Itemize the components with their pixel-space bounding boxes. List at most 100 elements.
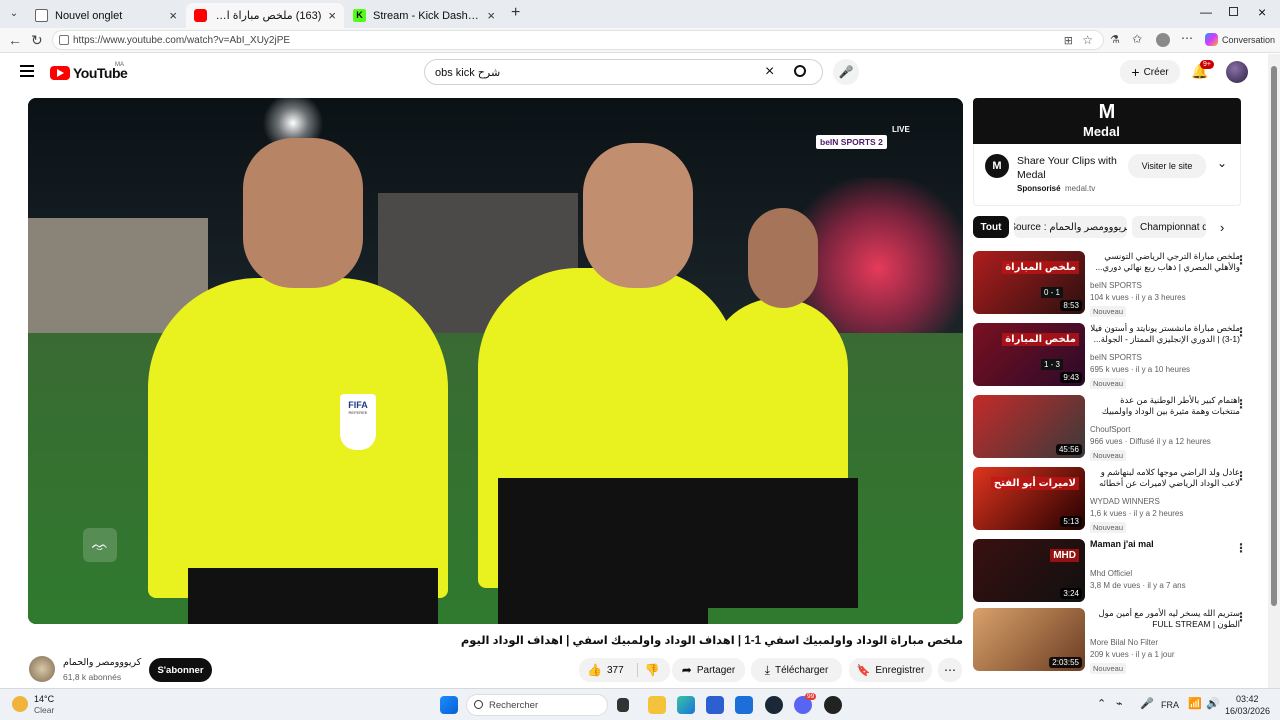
clear-search-icon[interactable]: ×	[765, 63, 774, 81]
channel-avatar[interactable]	[29, 656, 55, 682]
back-icon[interactable]: ←	[8, 32, 22, 48]
profile-icon[interactable]	[1156, 33, 1170, 47]
store-icon[interactable]	[706, 696, 724, 714]
video-thumbnail[interactable]: 2:03:55	[973, 608, 1085, 671]
tab-title: Stream - Kick Dashboard	[373, 9, 480, 22]
recommendation-card[interactable]: ملخص المباراة 1 - 3 9:43 ملخص مباراة مانشست…	[973, 323, 1263, 389]
like-icon[interactable]: 👍	[587, 663, 602, 677]
clock-time[interactable]: 03:42	[1236, 694, 1259, 704]
close-tab-icon[interactable]: ×	[328, 8, 336, 23]
dislike-icon[interactable]: 👎	[645, 663, 660, 677]
maximize-icon[interactable]	[1229, 7, 1238, 16]
more-options-icon[interactable]: ⋮	[1235, 541, 1247, 555]
extensions-icon[interactable]: ⚗	[1110, 33, 1120, 46]
conversation-label[interactable]: Conversation	[1222, 35, 1275, 45]
close-tab-icon[interactable]: ×	[487, 8, 495, 23]
channel-name[interactable]: beIN SPORTS	[1090, 281, 1142, 290]
video-thumbnail[interactable]: MHD 3:24	[973, 539, 1085, 602]
recommendation-card[interactable]: ملخص المباراة 0 - 1 8:53 ملخص مباراة الترجي…	[973, 251, 1263, 317]
outlook-icon[interactable]	[735, 696, 753, 714]
more-options-icon[interactable]: ⋮	[1235, 325, 1247, 339]
chevron-down-icon[interactable]: ⌄	[1217, 156, 1227, 170]
search-input[interactable]: obs kick شرح	[435, 66, 500, 79]
channel-name[interactable]: Mhd Officiel	[1090, 569, 1132, 578]
url-field[interactable]: https://www.youtube.com/watch?v=AbI_XUy2…	[52, 30, 1104, 50]
new-tab-button[interactable]: +	[511, 4, 520, 22]
favorite-star-icon[interactable]: ☆	[1082, 33, 1093, 47]
channel-name[interactable]: beIN SPORTS	[1090, 353, 1142, 362]
copilot-icon[interactable]	[1205, 33, 1218, 46]
video-thumbnail[interactable]: ملخص المباراة 1 - 3 9:43	[973, 323, 1085, 386]
refresh-icon[interactable]: ↻	[31, 32, 43, 48]
scrollbar-thumb[interactable]	[1271, 66, 1277, 606]
video-thumbnail[interactable]: 45:56	[973, 395, 1085, 458]
video-thumbnail[interactable]: لاميرات أبو الفتح 5:13	[973, 467, 1085, 530]
wifi-off-icon[interactable]: ⌁	[1116, 697, 1123, 710]
taskbar-search[interactable]: Rechercher	[466, 694, 608, 716]
steam-icon[interactable]	[765, 696, 783, 714]
more-options-icon[interactable]: ⋮	[1235, 253, 1247, 267]
chip-source[interactable]: Source : كريووومصر والحمام	[1014, 216, 1127, 238]
more-icon[interactable]: ⋯	[1181, 31, 1193, 45]
app-icon[interactable]: ⊞	[1064, 34, 1073, 47]
channel-name[interactable]: WYDAD WINNERS	[1090, 497, 1160, 506]
clock-date[interactable]: 16/03/2026	[1225, 706, 1270, 716]
edge-icon[interactable]	[677, 696, 695, 714]
recommendation-card[interactable]: MHD 3:24 Maman j'ai mal Mhd Officiel 3,8 M d…	[973, 539, 1263, 605]
search-icon[interactable]	[794, 65, 806, 77]
chevron-right-icon[interactable]: ›	[1220, 220, 1224, 235]
tab-menu-button[interactable]: ⌄	[6, 6, 22, 22]
task-view-icon[interactable]	[617, 698, 629, 712]
file-explorer-icon[interactable]	[648, 696, 666, 714]
page-scrollbar[interactable]	[1268, 54, 1280, 688]
video-title[interactable]: عادل ولد الراضي موجها كلامه لبنهاشم و لا…	[1090, 467, 1240, 489]
language-indicator[interactable]: FRA	[1161, 700, 1179, 710]
save-button[interactable]: 🔖 Enregistrer	[849, 658, 932, 682]
tab-youtube[interactable]: (163) ملخص مباراة الوداد واولمبيك ×	[186, 3, 344, 28]
ad-banner[interactable]: M Medal	[973, 98, 1241, 144]
video-title[interactable]: ملخص مباراة الترجي الرياضي التونسي والأه…	[1090, 251, 1240, 273]
tab-new-tab[interactable]: Nouvel onglet ×	[27, 3, 185, 28]
obs-icon[interactable]	[824, 696, 842, 714]
search-box[interactable]: obs kick شرح ×	[424, 59, 823, 85]
channel-name[interactable]: More Bilal No Filter	[1090, 638, 1158, 647]
video-title[interactable]: ملخص مباراة مانشستر يونايتد و أستون فيلا…	[1090, 323, 1240, 345]
video-title[interactable]: Maman j'ai mal	[1090, 539, 1240, 550]
recommendation-card[interactable]: 2:03:55 ستريم الله يسخر ليه الأمور مع أمي…	[973, 608, 1263, 674]
create-button[interactable]: + Créer	[1120, 60, 1180, 84]
download-button[interactable]: ⤓ Télécharger	[751, 658, 842, 682]
video-title[interactable]: ستريم الله يسخر ليه الأمور مع أمين مول ا…	[1090, 608, 1241, 630]
more-options-icon[interactable]: ⋮	[1235, 610, 1247, 624]
visit-site-button[interactable]: Visiter le site	[1128, 154, 1206, 178]
channel-name[interactable]: ChoufSport	[1090, 425, 1130, 434]
microphone-icon[interactable]: 🎤	[1140, 697, 1154, 710]
new-badge: Nouveau	[1090, 378, 1127, 389]
microphone-icon[interactable]: 🎤	[833, 59, 859, 85]
recommendation-card[interactable]: 45:56 اهتمام كبير بالأطر الوطنية من عدة م…	[973, 395, 1263, 461]
video-player[interactable]: FIFA REFEREE LIVE beIN SPORTS 2 ᨎ	[28, 98, 963, 624]
more-options-icon[interactable]: ⋮	[1235, 469, 1247, 483]
site-info-icon[interactable]	[59, 35, 69, 45]
video-thumbnail[interactable]: ملخص المباراة 0 - 1 8:53	[973, 251, 1085, 314]
tray-chevron-icon[interactable]: ⌃	[1097, 697, 1106, 710]
chip-championnat[interactable]: Championnat d	[1132, 216, 1206, 238]
more-actions-button[interactable]: ⋯	[938, 658, 962, 682]
share-button[interactable]: ➦ Partager	[672, 658, 745, 682]
close-window-icon[interactable]: ×	[1258, 4, 1266, 20]
more-options-icon[interactable]: ⋮	[1235, 397, 1247, 411]
menu-icon[interactable]	[20, 65, 34, 77]
windows-start-icon[interactable]	[440, 696, 458, 714]
minimize-icon[interactable]: —	[1200, 5, 1212, 19]
avatar[interactable]	[1226, 61, 1248, 83]
close-tab-icon[interactable]: ×	[169, 8, 177, 23]
volume-icon[interactable]: 🔊	[1206, 697, 1220, 710]
wifi-icon[interactable]: 📶	[1188, 697, 1202, 710]
channel-name[interactable]: كريووومصر والحمام	[63, 657, 141, 668]
tab-kick[interactable]: K Stream - Kick Dashboard ×	[345, 3, 503, 28]
subscribe-button[interactable]: S'abonner	[149, 658, 212, 682]
chip-all[interactable]: Tout	[973, 216, 1009, 238]
video-title[interactable]: اهتمام كبير بالأطر الوطنية من عدة منتخبا…	[1090, 395, 1240, 417]
recommendation-card[interactable]: لاميرات أبو الفتح 5:13 عادل ولد الراضي موج…	[973, 467, 1263, 533]
favorites-icon[interactable]: ✩	[1132, 32, 1142, 46]
weather-icon[interactable]	[12, 696, 28, 712]
